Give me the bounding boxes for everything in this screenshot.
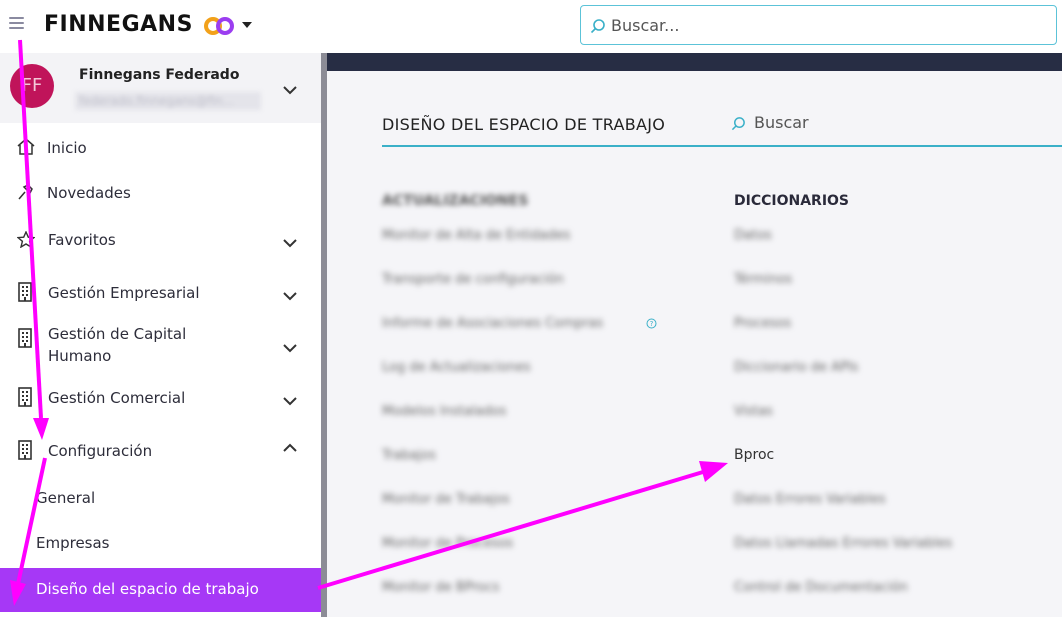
user-name: Finnegans Federado xyxy=(79,67,240,83)
sidebar-item-gestion-comercial[interactable]: Gestión Comercial xyxy=(0,386,321,416)
sidebar-item-label: Inicio xyxy=(47,139,87,157)
sidebar-item-label: Favoritos xyxy=(48,231,116,249)
global-search-box[interactable] xyxy=(580,5,1057,45)
building-icon xyxy=(18,328,32,348)
chevron-up-icon[interactable] xyxy=(283,443,297,452)
list-item[interactable]: Datos xyxy=(734,228,772,243)
hamburger-menu-icon[interactable] xyxy=(9,17,24,31)
building-icon xyxy=(18,440,32,460)
search-icon xyxy=(590,19,605,34)
sidebar-subitem-label: Diseño del espacio de trabajo xyxy=(36,580,259,598)
help-icon[interactable]: ? xyxy=(646,318,657,329)
sidebar-item-favoritos[interactable]: Favoritos xyxy=(0,228,321,258)
search-icon xyxy=(731,117,745,131)
brand-logo-icon xyxy=(204,17,234,35)
workspace-search-input[interactable] xyxy=(754,113,954,132)
chevron-down-icon[interactable] xyxy=(283,86,297,95)
column-heading: DICCIONARIOS xyxy=(734,193,850,209)
sidebar-item-gestion-capital-humano[interactable]: Gestión de Capital Humano xyxy=(0,323,321,369)
page-title: DISEÑO DEL ESPACIO DE TRABAJO xyxy=(382,115,666,134)
sidebar-item-label: Novedades xyxy=(47,184,131,202)
list-item[interactable]: Monitor de Alta de Entidades xyxy=(382,228,570,243)
list-item[interactable]: Monitor de Trabajos xyxy=(382,492,510,507)
top-bar: FINNEGANS xyxy=(0,0,1062,53)
list-item[interactable]: Procesos xyxy=(734,316,791,331)
star-icon xyxy=(17,231,35,248)
home-icon xyxy=(17,138,35,155)
chevron-down-icon[interactable] xyxy=(283,239,297,248)
sidebar-item-label: Gestión de Capital Humano xyxy=(48,325,187,365)
list-item[interactable]: Control de Documentación xyxy=(734,580,908,595)
sidebar-subitem-general[interactable]: General xyxy=(0,486,321,514)
list-item[interactable]: Monitor de Procesos xyxy=(382,536,513,551)
sidebar-item-label: Gestión Empresarial xyxy=(48,284,200,302)
list-item[interactable]: Log de Actualizaciones xyxy=(382,360,531,375)
list-item[interactable]: Transporte de configuración xyxy=(382,272,564,287)
pin-icon xyxy=(18,184,33,200)
chevron-down-icon[interactable] xyxy=(283,292,297,301)
sidebar-subitem-label: General xyxy=(36,489,96,507)
main-content: DISEÑO DEL ESPACIO DE TRABAJO ACTUALIZAC… xyxy=(327,71,1062,617)
list-item-bproc[interactable]: Bproc xyxy=(734,447,774,463)
list-item[interactable]: Trabajos xyxy=(382,448,436,463)
building-icon xyxy=(18,282,32,302)
list-item[interactable]: Vistas xyxy=(734,404,773,419)
global-search-input[interactable] xyxy=(611,12,1041,38)
user-panel[interactable]: FF Finnegans Federado federado.finnegans… xyxy=(0,53,321,123)
sidebar-item-label: Configuración xyxy=(48,442,153,460)
title-underline xyxy=(382,145,1062,147)
avatar: FF xyxy=(10,64,54,108)
sidebar-item-novedades[interactable]: Novedades xyxy=(0,180,321,208)
brand-dropdown-caret-icon[interactable] xyxy=(242,22,252,28)
list-item[interactable]: Términos xyxy=(734,272,792,287)
chevron-down-icon[interactable] xyxy=(283,397,297,406)
list-item[interactable]: Modelos Instalados xyxy=(382,404,506,419)
sidebar: FF Finnegans Federado federado.finnegans… xyxy=(0,53,321,617)
svg-text:?: ? xyxy=(650,320,654,328)
chevron-down-icon[interactable] xyxy=(283,344,297,353)
list-item[interactable]: Monitor de BProcs xyxy=(382,580,499,595)
list-item[interactable]: Datos Errores Variables xyxy=(734,492,886,507)
user-email: federado.finnegans@fin... xyxy=(75,92,261,110)
list-item[interactable]: Informe de Asociaciones Compras xyxy=(382,316,603,331)
sidebar-subitem-empresas[interactable]: Empresas xyxy=(0,531,321,559)
column-heading: ACTUALIZACIONES xyxy=(382,193,529,209)
sidebar-item-gestion-empresarial[interactable]: Gestión Empresarial xyxy=(0,281,321,311)
list-item[interactable]: Datos Llamadas Errores Variables xyxy=(734,536,952,551)
sidebar-subitem-diseno-espacio-trabajo[interactable]: Diseño del espacio de trabajo xyxy=(0,568,321,612)
sidebar-item-inicio[interactable]: Inicio xyxy=(0,135,321,163)
building-icon xyxy=(18,387,32,407)
sidebar-item-configuracion[interactable]: Configuración xyxy=(0,439,321,469)
sidebar-subitem-label: Empresas xyxy=(36,534,110,552)
main-header-band xyxy=(327,53,1062,71)
list-item[interactable]: Diccionario de APIs xyxy=(734,360,858,375)
brand-name: FINNEGANS xyxy=(44,12,193,37)
sidebar-item-label: Gestión Comercial xyxy=(48,389,186,407)
